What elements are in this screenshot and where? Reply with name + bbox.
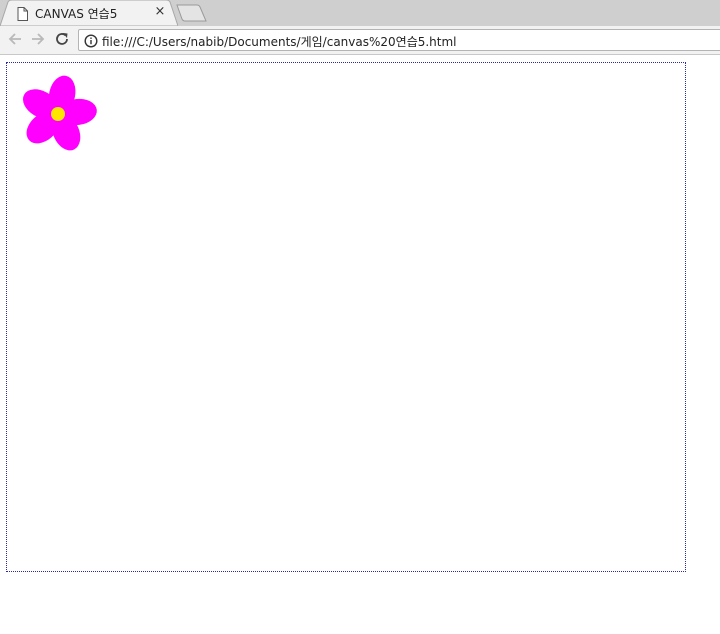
document-icon <box>17 6 28 21</box>
page-viewport <box>0 55 720 634</box>
browser-window: CANVAS 연습5 × file:///C:/Users/nabib/Docu… <box>0 0 720 634</box>
address-bar[interactable]: file:///C:/Users/nabib/Documents/게임/canv… <box>78 29 720 51</box>
toolbar: file:///C:/Users/nabib/Documents/게임/canv… <box>0 26 720 55</box>
tab-title: CANVAS 연습5 <box>35 7 118 21</box>
tab-strip: CANVAS 연습5 × <box>0 0 720 26</box>
arrow-left-icon[interactable] <box>7 31 23 47</box>
flower-center <box>51 107 65 121</box>
arrow-right-icon[interactable] <box>30 31 46 47</box>
canvas[interactable] <box>6 62 686 572</box>
new-tab-button[interactable] <box>175 4 209 22</box>
flower-drawing <box>22 75 97 151</box>
active-tab[interactable]: CANVAS 연습5 × <box>0 0 178 26</box>
reload-icon[interactable] <box>54 31 70 47</box>
info-icon[interactable] <box>84 33 98 48</box>
url-text: file:///C:/Users/nabib/Documents/게임/canv… <box>102 35 457 49</box>
close-icon[interactable]: × <box>154 5 166 19</box>
